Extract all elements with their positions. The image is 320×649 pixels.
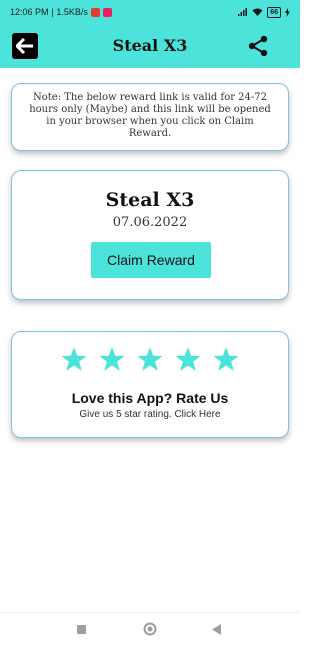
status-right: 66 bbox=[238, 6, 290, 18]
recent-apps-icon[interactable] bbox=[77, 625, 86, 634]
share-icon[interactable] bbox=[246, 34, 270, 58]
signal-icon bbox=[238, 8, 248, 16]
battery-icon: 66 bbox=[267, 6, 281, 18]
app-notification-icon bbox=[102, 7, 112, 17]
charging-icon bbox=[285, 7, 290, 17]
back-icon[interactable] bbox=[212, 624, 222, 635]
youtube-notification-icon bbox=[90, 7, 100, 17]
star-rating bbox=[12, 346, 288, 372]
reward-card: Steal X3 07.06.2022 Claim Reward bbox=[11, 170, 289, 300]
reward-title: Steal X3 bbox=[105, 189, 195, 211]
claim-reward-button[interactable]: Claim Reward bbox=[91, 242, 211, 278]
note-text: Note: The below reward link is valid for… bbox=[29, 92, 271, 139]
home-icon[interactable] bbox=[143, 622, 157, 636]
rate-us-card[interactable]: Love this App? Rate Us Give us 5 star ra… bbox=[11, 331, 289, 438]
status-left: 12:06 PM | 1.5KB/s bbox=[10, 7, 112, 17]
rate-us-title: Love this App? Rate Us bbox=[71, 390, 229, 406]
status-time: 12:06 PM bbox=[10, 7, 49, 17]
star-icon[interactable] bbox=[137, 346, 163, 372]
note-card: Note: The below reward link is valid for… bbox=[11, 83, 289, 151]
star-icon[interactable] bbox=[213, 346, 239, 372]
status-bar: 12:06 PM | 1.5KB/s 66 bbox=[0, 0, 300, 24]
star-icon[interactable] bbox=[175, 346, 201, 372]
rate-us-subtitle[interactable]: Give us 5 star rating. Click Here bbox=[12, 409, 288, 420]
app-bar: Steal X3 bbox=[0, 24, 300, 68]
system-nav-bar bbox=[0, 612, 300, 649]
star-icon[interactable] bbox=[61, 346, 87, 372]
network-speed: | 1.5KB/s bbox=[51, 7, 88, 17]
wifi-icon bbox=[252, 8, 263, 16]
reward-date: 07.06.2022 bbox=[112, 215, 188, 230]
star-icon[interactable] bbox=[99, 346, 125, 372]
